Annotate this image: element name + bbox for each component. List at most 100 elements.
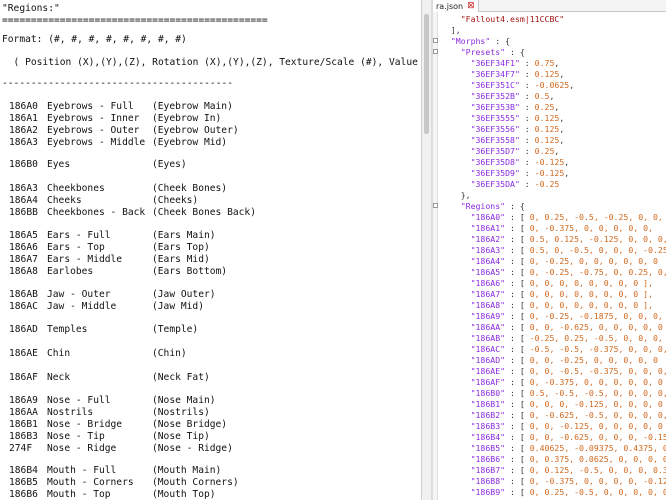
json-line: "186AD" : [ 0, 0, -0.25, 0, 0, 0, 0, 0 [441, 355, 658, 366]
region-entry-desc: (Jaw Mid) [152, 301, 204, 312]
region-entry-code: 186A2 [9, 125, 38, 136]
json-value: 0, 0, 0, -0.125, 0, 0, 0, 0 [529, 399, 663, 409]
region-entry-desc: (Nose - Ridge) [152, 443, 233, 454]
document-header-line: "Regions:" [2, 3, 60, 14]
region-entry-name: Eyes [47, 159, 71, 170]
region-entry-code: 186B6 [9, 489, 38, 500]
region-entry-code: 186A3 [9, 183, 38, 194]
scrollbar-thumb[interactable] [424, 14, 429, 134]
json-punctuation [441, 300, 471, 310]
json-line: "36EF353B" : 0.25, [441, 102, 560, 113]
json-punctuation [441, 355, 471, 365]
region-entry-desc: (Cheeks) [152, 195, 199, 206]
json-punctuation: : [ [505, 399, 530, 409]
region-entry-desc: (Eyebrow Outer) [152, 125, 239, 136]
json-punctuation [441, 465, 471, 475]
region-entry-desc: (Mouth Top) [152, 489, 216, 500]
json-key: "186AD" [470, 355, 506, 365]
json-value: 0.125 [534, 135, 560, 145]
json-value: 0, 0.25, -0.5, -0.25, 0, 0, [529, 212, 663, 222]
json-punctuation: : [519, 146, 535, 156]
json-punctuation [441, 124, 471, 134]
json-punctuation: : [ [505, 300, 530, 310]
region-entry-code: 186B5 [9, 477, 38, 488]
region-entry-code: 186AD [9, 324, 38, 335]
json-key: "36EF352B" [470, 91, 520, 101]
region-entry-desc: (Cheek Bones Back) [152, 207, 256, 218]
json-value: -0.125 [534, 157, 565, 167]
json-punctuation [441, 333, 471, 343]
json-punctuation: , [569, 80, 575, 90]
json-value: 0.40625, -0.09375, 0.4375, 0 [529, 443, 666, 453]
json-punctuation [441, 36, 451, 46]
fold-toggle-icon[interactable] [433, 49, 438, 54]
json-value: 0, 0, 0, 0, 0, 0, 0, 0 ], [529, 300, 653, 310]
region-entry-desc: (Nose Tip) [152, 431, 210, 442]
json-value: -0.25 [534, 179, 560, 189]
json-punctuation: : [ [505, 267, 530, 277]
region-entry-desc: (Cheek Bones) [152, 183, 228, 194]
region-entry-name: Ears - Middle [47, 254, 123, 265]
json-line: "186B0" : [ 0.5, -0.5, -0.5, 0, 0, 0, 0, [441, 388, 666, 399]
json-punctuation [441, 344, 471, 354]
json-punctuation: , [559, 135, 565, 145]
json-punctuation: , [559, 124, 565, 134]
json-value: 0, -0.25, -0.75, 0, 0.25, 0, [529, 267, 666, 277]
region-entry-code: 186AF [9, 372, 38, 383]
json-line: "36EF34F1" : 0.75, [441, 58, 560, 69]
json-line: "186B1" : [ 0, 0, 0, -0.125, 0, 0, 0, 0 [441, 399, 663, 410]
json-line: "Fallout4.esm|11CCBC" [441, 14, 565, 25]
json-line: "186B6" : [ 0, 0.375, 0.0625, 0, 0, 0, 0 [441, 454, 666, 465]
json-punctuation: : [ [505, 421, 530, 431]
json-key: "36EF35D9" [470, 168, 520, 178]
json-punctuation: : [519, 168, 535, 178]
json-punctuation: : [ [505, 432, 530, 442]
json-line: ], [441, 25, 461, 36]
json-punctuation: , [559, 113, 565, 123]
text-document-pane[interactable]: "Regions:" ==============================… [0, 0, 421, 500]
json-line: "36EF35D9" : -0.125, [441, 168, 570, 179]
region-entry-desc: (Ears Main) [152, 230, 216, 241]
json-punctuation: : [ [505, 377, 530, 387]
json-key: "Presets" [460, 47, 506, 57]
json-punctuation [441, 410, 471, 420]
region-entry-desc: (Mouth Main) [152, 465, 222, 476]
editor-tab-bar: ra.json ⊠ [433, 0, 666, 12]
json-value: 0.75 [534, 58, 555, 68]
region-entry-name: Cheekbones - Back [47, 207, 146, 218]
json-value: 0.125 [534, 124, 560, 134]
json-line: "186AA" : [ 0, 0, -0.625, 0, 0, 0, 0, 0 [441, 322, 663, 333]
json-value: 0, -0.25, -0.1875, 0, 0, 0, [529, 311, 663, 321]
json-punctuation: : [519, 80, 535, 90]
json-value: 0.5, 0, -0.5, 0, 0, 0, -0.25 [529, 245, 666, 255]
json-line: "186B8" : [ 0, -0.375, 0, 0, 0, 0, -0.12 [441, 476, 666, 487]
json-punctuation: , [564, 168, 570, 178]
json-punctuation: : [519, 91, 535, 101]
region-entry-name: Nostrils [47, 407, 94, 418]
json-line: "36EF35DA" : -0.25 [441, 179, 560, 190]
json-key: "186A5" [470, 267, 506, 277]
json-punctuation: : [ [505, 333, 530, 343]
json-key: "186AE" [470, 366, 506, 376]
json-value: -0.5, -0.5, -0.375, 0, 0, 0, [529, 344, 666, 354]
close-icon[interactable]: ⊠ [467, 1, 475, 11]
json-value: 0, -0.25, 0, 0, 0, 0, 0, 0 [529, 256, 658, 266]
region-entry-code: 186BB [9, 207, 38, 218]
json-line: "186B7" : [ 0, 0.125, -0.5, 0, 0, 0, 0.3 [441, 465, 666, 476]
region-entry-desc: (Neck Fat) [152, 372, 210, 383]
json-line: "186A1" : [ 0, -0.375, 0, 0, 0, 0, 0, [441, 223, 653, 234]
json-punctuation [441, 256, 471, 266]
region-entry-name: Mouth - Top [47, 489, 111, 500]
json-editor-pane[interactable]: ra.json ⊠ "Fallout4.esm|11CCBC" ], "Morp… [433, 0, 666, 500]
json-punctuation: : [ [505, 344, 530, 354]
vertical-scrollbar[interactable] [421, 0, 431, 500]
json-line: "186AF" : [ 0, -0.375, 0, 0, 0, 0, 0, 0 [441, 377, 663, 388]
tab-json-file[interactable]: ra.json ⊠ [433, 0, 479, 12]
json-value: 0, 0, -0.625, 0, 0, 0, 0, 0 [529, 322, 663, 332]
json-value: 0.25 [534, 102, 555, 112]
json-punctuation [441, 80, 471, 90]
fold-toggle-icon[interactable] [433, 203, 438, 208]
document-header-line: ========================================… [2, 15, 268, 26]
fold-toggle-icon[interactable] [433, 38, 438, 43]
region-entry-code: 186A8 [9, 266, 38, 277]
